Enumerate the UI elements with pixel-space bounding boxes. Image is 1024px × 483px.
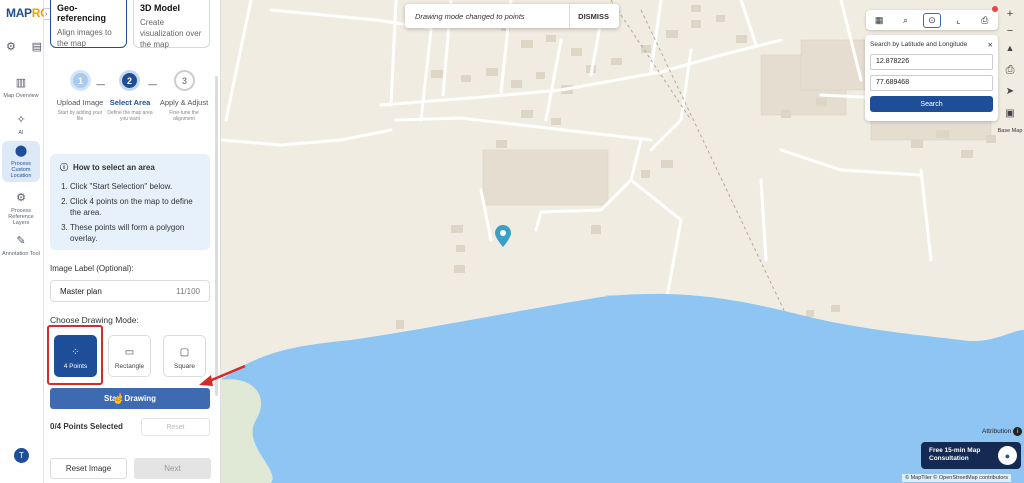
- step-connector: -----: [148, 80, 157, 89]
- rail-item-annotation-tool[interactable]: ✎ Annotation Tool: [2, 234, 40, 258]
- rail-top-icons: ⚙ ▤: [4, 40, 44, 53]
- settings-icon[interactable]: ⚙: [6, 40, 16, 53]
- longitude-input[interactable]: 77.689468: [870, 75, 993, 91]
- rail-item-ai[interactable]: ✧ AI: [2, 113, 40, 137]
- search-icon[interactable]: ⌕: [897, 13, 915, 28]
- ai-icon: ✧: [16, 114, 26, 126]
- card-title: Geo-referencing: [57, 3, 107, 23]
- image-label-value: Master plan: [60, 287, 102, 296]
- close-icon[interactable]: ✕: [988, 41, 993, 49]
- layers-map-icon[interactable]: ▦: [870, 13, 888, 28]
- hand-cursor-icon: ☝: [112, 394, 125, 405]
- mode-label: Rectangle: [114, 363, 145, 370]
- rail-item-process-reference-layers[interactable]: ⚙ Process Reference Layers: [2, 191, 40, 227]
- attribution-label: Attribution: [982, 428, 1012, 435]
- side-panel: › Geo-referencing Align images to the ma…: [44, 0, 221, 483]
- print-map-icon[interactable]: ⎙: [1000, 64, 1020, 77]
- location-pin-icon: ⬤: [14, 145, 28, 157]
- step-3-sub: Fine-tune the alignment: [169, 110, 199, 122]
- map-icon: ▥: [15, 77, 27, 89]
- left-rail: MAPRO ⚙ ▤ ▥ Map Overview ✧ AI ⬤ Process …: [0, 0, 49, 483]
- image-label-heading: Image Label (Optional):: [50, 264, 134, 273]
- zoom-in-button[interactable]: +: [1000, 8, 1020, 20]
- latitude-input[interactable]: 12.878226: [870, 54, 993, 70]
- start-drawing-button[interactable]: Start Drawing: [50, 388, 210, 409]
- step-1-circle[interactable]: 1: [70, 70, 91, 91]
- map-attribution-text: © MapTiler © OpenStreetMap contributors: [902, 474, 1011, 482]
- app-window: Drawing mode changed to points DISMISS ▦…: [0, 0, 1024, 483]
- step-2-label: Select Area: [109, 98, 151, 107]
- toast-message: Drawing mode changed to points: [415, 11, 525, 21]
- card-3d-model[interactable]: 3D Model Create visualization over the m…: [133, 0, 210, 49]
- panel-scrollbar[interactable]: [215, 76, 218, 396]
- consultation-widget[interactable]: Free 15-min Map Consultation ●: [921, 442, 1021, 469]
- step-connector: -----: [96, 80, 105, 89]
- info-step: Click "Start Selection" below.: [70, 181, 200, 192]
- avatar[interactable]: T: [14, 448, 29, 463]
- base-map-label: Base Map: [997, 128, 1023, 134]
- info-box: ⓘ How to select an area Click "Start Sel…: [50, 154, 210, 250]
- info-step: These points will form a polygon overlay…: [70, 222, 200, 244]
- card-desc: Align images to the map: [57, 28, 112, 48]
- mode-rectangle[interactable]: ▭ Rectangle: [108, 335, 151, 377]
- map-location-pin-icon[interactable]: [494, 225, 512, 250]
- compass-icon[interactable]: ▲: [1000, 43, 1020, 53]
- step-2-circle[interactable]: 2: [119, 70, 140, 91]
- dismiss-button[interactable]: DISMISS: [569, 4, 609, 28]
- square-icon: ▢: [179, 347, 190, 358]
- consult-label: Free 15-min Map Consultation: [929, 447, 981, 462]
- char-count: 11/100: [176, 287, 200, 296]
- rail-item-label: Map Overview: [3, 93, 39, 99]
- rail-item-map-overview[interactable]: ▥ Map Overview: [2, 76, 40, 100]
- rail-item-label: Process Reference Layers: [8, 208, 34, 226]
- base-map-icon[interactable]: ▣: [1000, 108, 1020, 119]
- highlight-box: [47, 325, 103, 385]
- notification-dot: [992, 6, 998, 12]
- toast-notification: Drawing mode changed to points DISMISS: [405, 4, 619, 28]
- chat-icon[interactable]: ●: [998, 446, 1017, 465]
- step-3-circle[interactable]: 3: [174, 70, 195, 91]
- info-icon: i: [1013, 427, 1023, 436]
- points-selected-status: 0/4 Points Selected: [50, 422, 123, 431]
- info-title: How to select an area: [73, 163, 155, 172]
- brand-left: MAP: [6, 6, 32, 20]
- attribution-toggle[interactable]: Attribution i: [982, 427, 1023, 436]
- rail-item-process-custom-location[interactable]: ⬤ Process Custom Location: [2, 141, 40, 182]
- lat-lng-search-panel: Search by Latitude and Longitude ✕ 12.87…: [865, 35, 998, 121]
- rail-item-label: AI: [18, 130, 24, 136]
- card-geo-referencing[interactable]: Geo-referencing Align images to the map: [50, 0, 127, 48]
- reset-points-button[interactable]: Reset: [141, 418, 210, 436]
- rail-item-label: Annotation Tool: [2, 251, 40, 257]
- layers-icon: ⚙: [16, 192, 26, 204]
- image-label-field[interactable]: Master plan 11/100: [50, 280, 210, 302]
- annotation-icon: ✎: [16, 235, 26, 247]
- search-panel-header: Search by Latitude and Longitude ✕: [870, 41, 993, 49]
- search-button[interactable]: Search: [870, 96, 993, 112]
- zoom-out-button[interactable]: −: [1000, 25, 1020, 37]
- next-button[interactable]: Next: [134, 458, 211, 479]
- card-desc: Create visualization over the map: [140, 18, 202, 49]
- navigate-icon[interactable]: ➤: [1000, 86, 1020, 97]
- step-2-sub: Define the map area you want: [107, 110, 153, 122]
- print-icon[interactable]: ⎙: [976, 13, 994, 28]
- measure-icon[interactable]: ⌞: [949, 13, 967, 28]
- document-icon[interactable]: ▤: [32, 40, 42, 53]
- reset-image-button[interactable]: Reset Image: [50, 458, 127, 479]
- step-1-sub: Start by adding your file: [57, 110, 103, 122]
- map-toolbar: ▦ ⌕ ⊙ ⌞ ⎙: [866, 10, 998, 30]
- rectangle-icon: ▭: [124, 347, 135, 358]
- step-3-label: Apply & Adjust: [159, 98, 209, 107]
- location-search-icon[interactable]: ⊙: [922, 12, 941, 28]
- rail-item-label: Process Custom Location: [10, 161, 32, 179]
- info-step: Click 4 points on the map to define the …: [70, 196, 200, 218]
- annotation-arrow-icon: [195, 364, 247, 391]
- card-title: 3D Model: [140, 3, 181, 13]
- brand-logo[interactable]: MAPRO: [6, 6, 49, 20]
- info-circle-icon: ⓘ: [60, 163, 68, 172]
- info-list: Click "Start Selection" below. Click 4 p…: [60, 181, 200, 244]
- drawing-mode-heading: Choose Drawing Mode:: [50, 315, 139, 325]
- info-header: ⓘ How to select an area: [60, 162, 200, 173]
- search-panel-title: Search by Latitude and Longitude: [870, 41, 968, 48]
